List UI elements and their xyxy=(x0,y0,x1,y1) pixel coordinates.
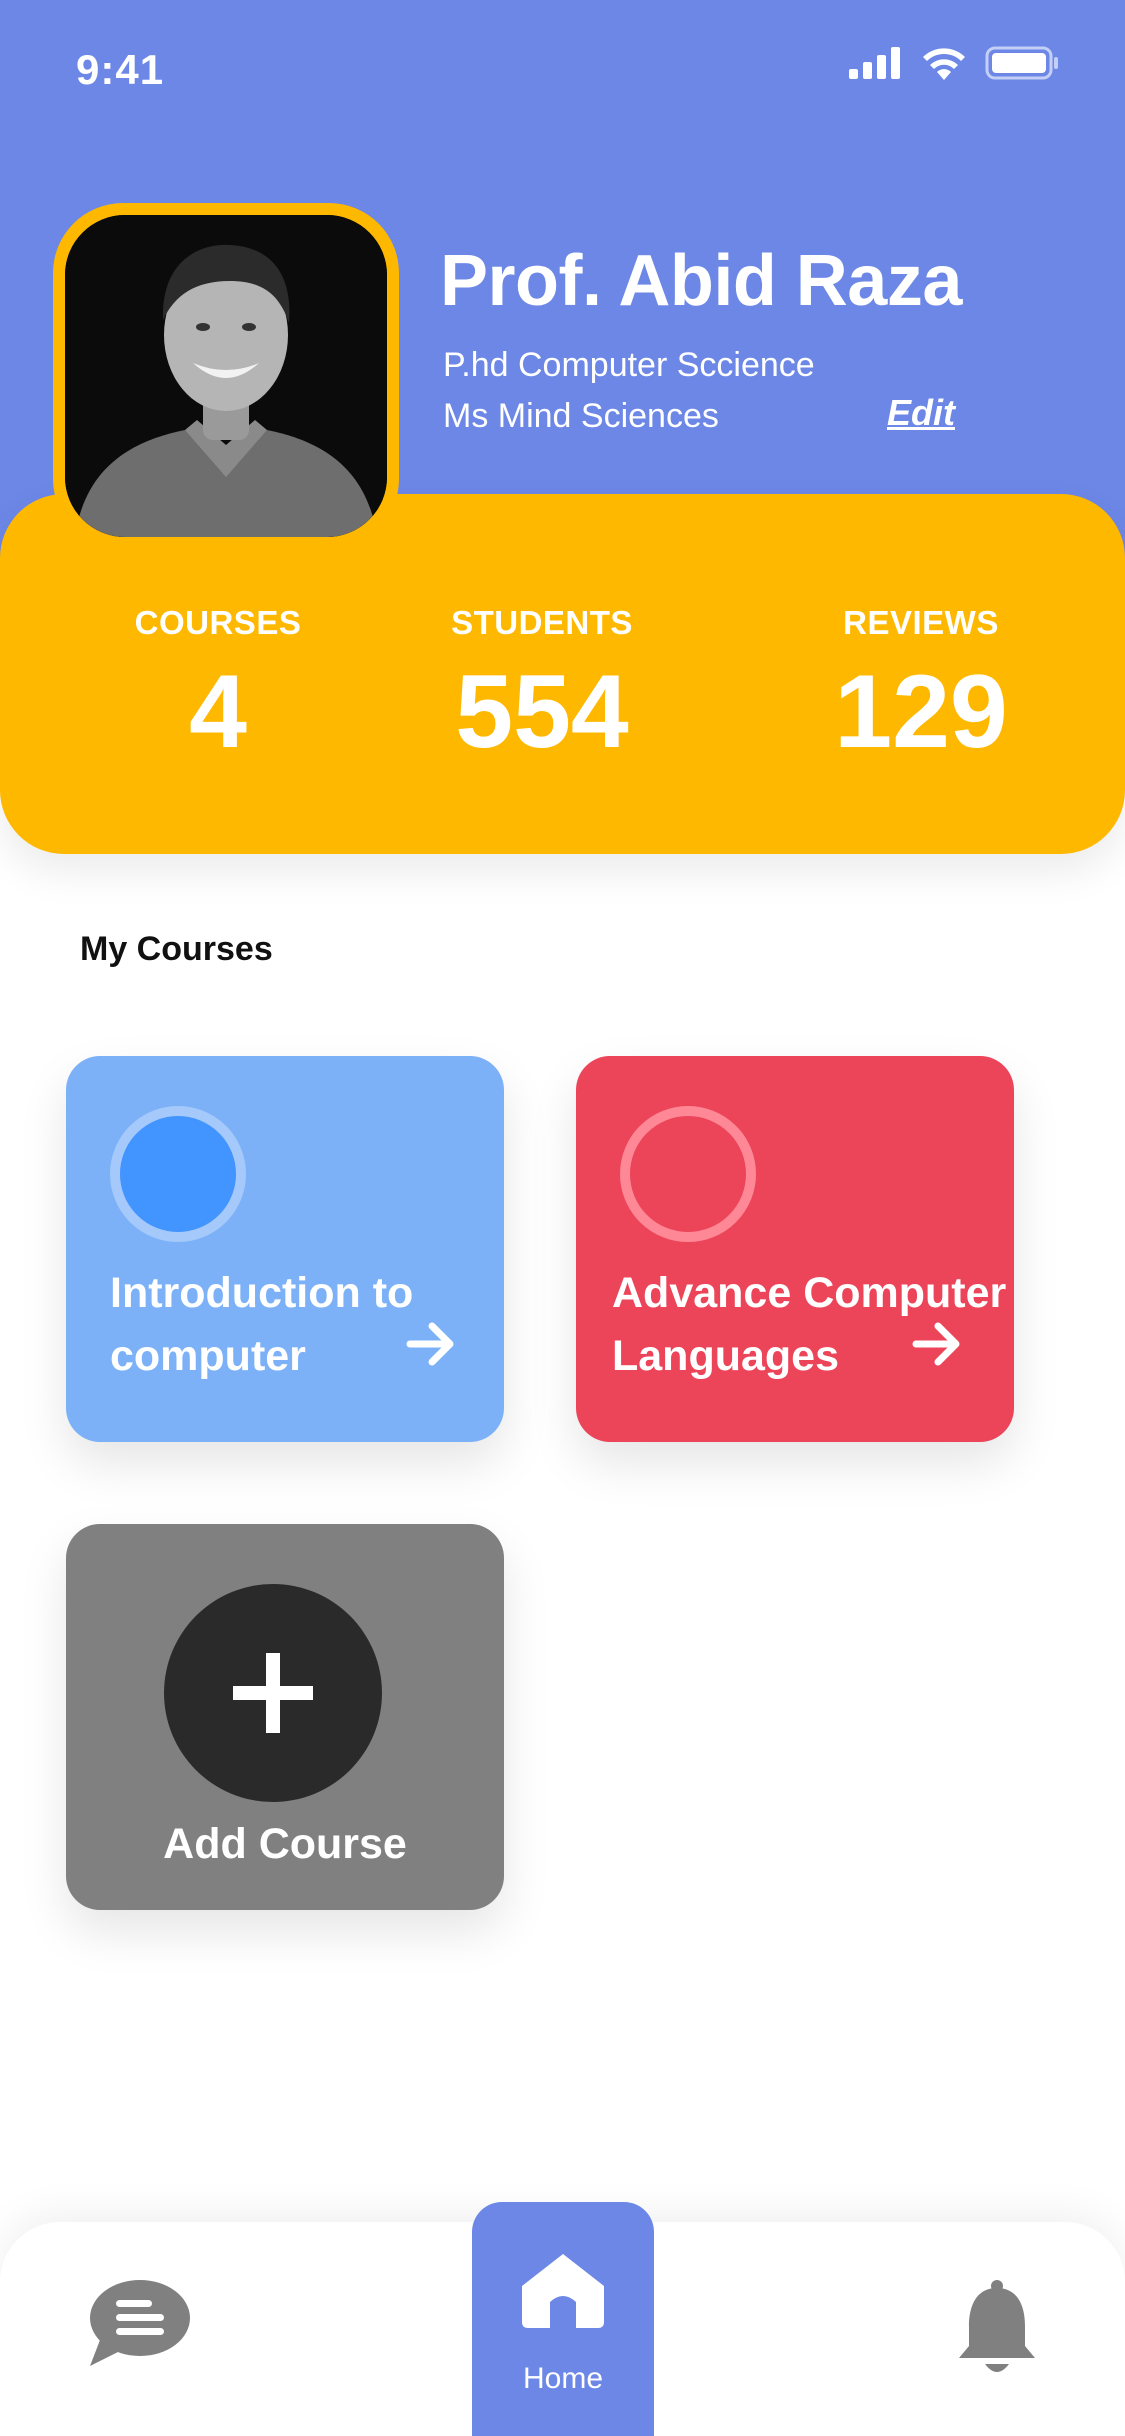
nav-home[interactable]: Home xyxy=(472,2202,654,2436)
bell-icon xyxy=(959,2280,1035,2372)
stat-value: 4 xyxy=(189,654,247,770)
stat-students: STUDENTS 554 xyxy=(392,604,692,764)
nav-chat[interactable] xyxy=(86,2278,190,2373)
profile-degree: P.hd Computer Sccience xyxy=(443,346,815,384)
stat-value: 129 xyxy=(834,654,1008,770)
arrow-right-icon xyxy=(912,1322,960,1366)
nav-home-label: Home xyxy=(522,2362,604,2395)
section-title: My Courses xyxy=(80,930,273,968)
profile-degree-secondary: Ms Mind Sciences xyxy=(443,397,719,435)
add-course-label: Add Course xyxy=(163,1820,407,1868)
stat-label: STUDENTS xyxy=(451,604,633,641)
chat-bubble-icon xyxy=(90,2280,190,2366)
arrow-right-icon xyxy=(406,1322,454,1366)
battery-icon xyxy=(985,46,1058,80)
home-icon xyxy=(522,2254,604,2328)
signal-icon xyxy=(849,47,900,79)
stat-reviews: REVIEWS 129 xyxy=(771,604,1071,764)
profile-name: Prof. Abid Raza xyxy=(440,241,962,321)
course-icon xyxy=(110,1106,246,1242)
stat-courses: COURSES 4 xyxy=(68,604,368,764)
edit-profile-link[interactable]: Edit xyxy=(887,392,955,434)
add-course-card[interactable]: Add Course xyxy=(66,1524,504,1910)
stat-value: 554 xyxy=(455,654,629,770)
add-course-button[interactable] xyxy=(164,1584,382,1802)
course-card-intro[interactable]: Introduction to computer xyxy=(66,1056,504,1442)
course-icon xyxy=(620,1106,756,1242)
avatar[interactable] xyxy=(53,203,399,549)
stat-label: REVIEWS xyxy=(843,604,999,641)
wifi-icon xyxy=(923,48,965,80)
plus-icon xyxy=(233,1653,313,1733)
avatar-photo xyxy=(65,215,387,537)
status-time: 9:41 xyxy=(76,46,165,93)
nav-notifications[interactable] xyxy=(955,2280,1039,2383)
course-card-advance[interactable]: Advance Computer Languages xyxy=(576,1056,1014,1442)
status-icons xyxy=(849,46,1059,80)
stat-label: COURSES xyxy=(134,604,302,641)
